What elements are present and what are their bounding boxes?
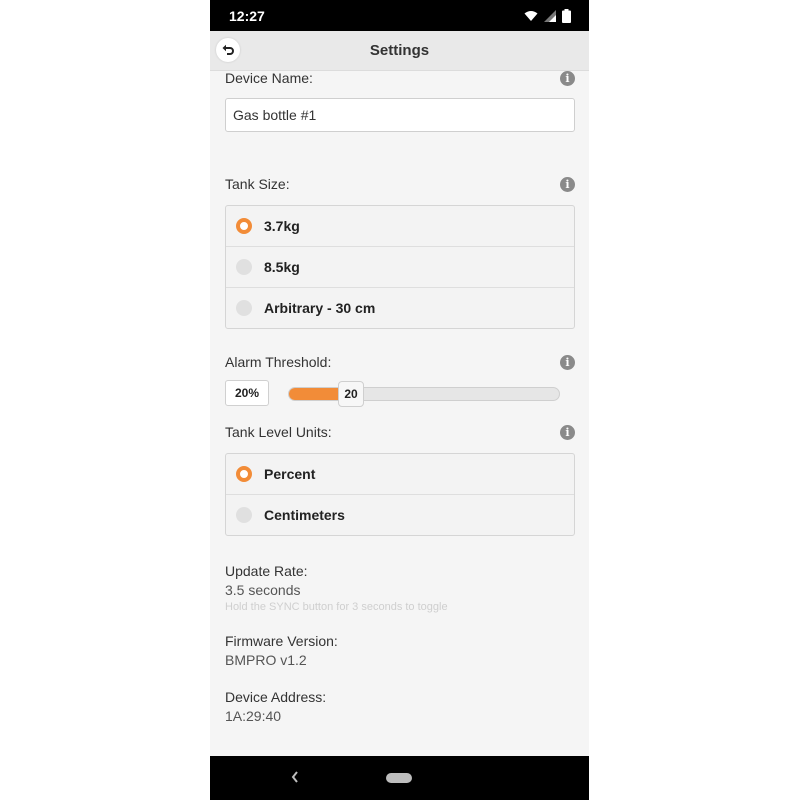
alarm-threshold-row: Alarm Threshold: i	[225, 354, 575, 374]
battery-icon	[562, 9, 571, 23]
threshold-value-box[interactable]: 20%	[225, 380, 269, 406]
radio-label: 3.7kg	[264, 218, 300, 234]
info-icon[interactable]: i	[560, 355, 575, 370]
radio-checked[interactable]	[236, 218, 252, 234]
tank-size-label: Tank Size:	[225, 176, 290, 192]
radio-option-percent[interactable]: Percent	[226, 454, 574, 494]
firmware-label: Firmware Version:	[225, 633, 338, 649]
phone-screen: 12:27 Settings Device Name: i Gas bottle…	[210, 0, 589, 800]
radio-unchecked[interactable]	[236, 300, 252, 316]
update-rate-label: Update Rate:	[225, 563, 308, 579]
slider-handle[interactable]: 20	[338, 381, 364, 407]
radio-label: Arbitrary - 30 cm	[264, 300, 376, 316]
wifi-icon	[524, 11, 538, 21]
firmware-value: BMPRO v1.2	[225, 652, 307, 668]
status-bar: 12:27	[210, 0, 589, 31]
radio-option-8-5kg[interactable]: 8.5kg	[226, 246, 574, 287]
info-icon[interactable]: i	[560, 177, 575, 192]
radio-label: 8.5kg	[264, 259, 300, 275]
device-name-row: Device Name: i	[225, 70, 575, 90]
radio-label: Centimeters	[264, 507, 345, 523]
device-name-label: Device Name:	[225, 70, 313, 86]
device-address-value: 1A:29:40	[225, 708, 282, 724]
tank-size-radio-group: 3.7kg 8.5kg Arbitrary - 30 cm	[225, 205, 575, 329]
header: Settings	[210, 31, 589, 71]
update-rate-value: 3.5 seconds	[225, 582, 301, 598]
tank-level-units-radio-group: Percent Centimeters	[225, 453, 575, 536]
device-address-block: Device Address: 1A:29:40	[225, 689, 575, 724]
navigation-bar	[210, 756, 589, 800]
status-icons	[524, 9, 571, 23]
firmware-block: Firmware Version: BMPRO v1.2	[225, 633, 575, 668]
tank-level-units-label: Tank Level Units:	[225, 424, 332, 440]
alarm-threshold-label: Alarm Threshold:	[225, 354, 332, 370]
radio-unchecked[interactable]	[236, 507, 252, 523]
tank-level-units-row: Tank Level Units: i	[225, 424, 575, 444]
nav-back-icon[interactable]	[290, 770, 300, 784]
signal-icon	[544, 10, 556, 22]
device-address-label: Device Address:	[225, 689, 327, 705]
device-name-input[interactable]: Gas bottle #1	[225, 98, 575, 132]
radio-option-arbitrary[interactable]: Arbitrary - 30 cm	[226, 287, 574, 328]
tank-size-row: Tank Size: i	[225, 176, 575, 196]
alarm-threshold-slider[interactable]: 20	[288, 381, 560, 407]
update-rate-block: Update Rate: 3.5 seconds Hold the SYNC b…	[225, 563, 575, 613]
info-icon[interactable]: i	[560, 425, 575, 440]
radio-option-3-7kg[interactable]: 3.7kg	[226, 206, 574, 246]
radio-option-centimeters[interactable]: Centimeters	[226, 494, 574, 535]
update-rate-hint: Hold the SYNC button for 3 seconds to to…	[225, 601, 448, 613]
status-time: 12:27	[229, 8, 265, 24]
nav-home-button[interactable]	[386, 773, 412, 783]
radio-checked[interactable]	[236, 466, 252, 482]
radio-unchecked[interactable]	[236, 259, 252, 275]
page-title: Settings	[369, 42, 430, 59]
settings-content: Device Name: i Gas bottle #1 Tank Size: …	[225, 70, 575, 724]
info-icon[interactable]: i	[560, 71, 575, 86]
alarm-threshold-slider-row: 20% 20	[225, 380, 575, 410]
radio-label: Percent	[264, 466, 316, 482]
